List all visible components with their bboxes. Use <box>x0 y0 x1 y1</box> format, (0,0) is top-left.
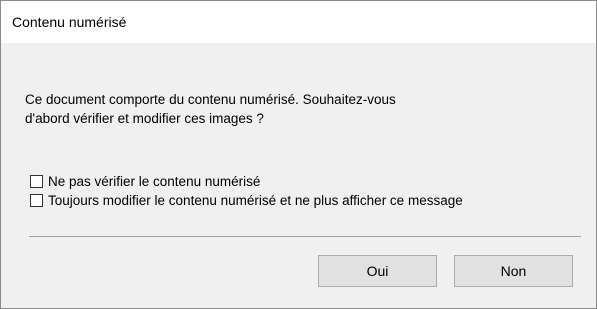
dialog-message: Ce document comporte du contenu numérisé… <box>25 90 565 128</box>
option-always-modify[interactable]: Toujours modifier le contenu numérisé et… <box>30 193 463 208</box>
option-do-not-check[interactable]: Ne pas vérifier le contenu numérisé <box>30 174 260 189</box>
always-modify-label: Toujours modifier le contenu numérisé et… <box>48 193 463 208</box>
do-not-check-label: Ne pas vérifier le contenu numérisé <box>48 174 261 189</box>
message-line-2: d'abord vérifier et modifier ces images … <box>25 111 264 126</box>
always-modify-checkbox[interactable] <box>30 194 43 207</box>
do-not-check-checkbox[interactable] <box>30 175 43 188</box>
no-button[interactable]: Non <box>454 255 573 287</box>
dialog-title: Contenu numérisé <box>12 14 127 30</box>
scanned-content-dialog: Contenu numérisé Ce document comporte du… <box>0 0 597 309</box>
separator <box>29 236 581 237</box>
yes-button[interactable]: Oui <box>318 255 437 287</box>
title-bar: Contenu numérisé <box>1 1 596 43</box>
message-line-1: Ce document comporte du contenu numérisé… <box>25 92 396 107</box>
